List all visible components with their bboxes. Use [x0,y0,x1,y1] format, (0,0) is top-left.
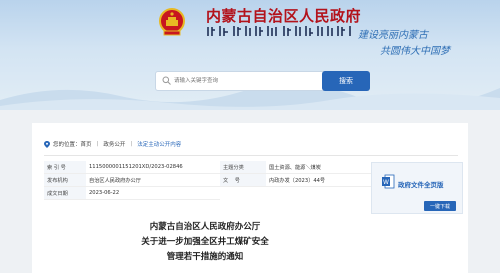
category-label: 主题分类 [220,161,266,174]
document-metadata-table: 索 引 号 1115000001151201XD/2023-02846 主题分类… [44,161,384,200]
issuer-value: 自治区人民政府办公厅 [86,173,220,187]
index-label: 索 引 号 [44,161,86,174]
divider [44,155,458,156]
svg-text:W: W [383,179,389,186]
document-title-line-3: 管理若干措施的通知 [166,252,244,262]
breadcrumb-separator: | [130,141,133,147]
site-title[interactable]: 内蒙古自治区人民政府 [206,5,361,26]
breadcrumb-prefix: 您的位置： [53,142,81,148]
word-document-icon: W [382,174,395,189]
location-icon [44,140,50,148]
document-title-line-1: 内蒙古自治区人民政府办公厅 [149,222,261,232]
document-title-line-2: 关于进一步加强全区井工煤矿安全 [141,237,269,247]
slogan: 建设亮丽内蒙古 共圆伟大中国梦 [358,18,478,58]
breadcrumb-item-public-affairs[interactable]: 政务公开 [103,140,125,148]
national-emblem-icon [159,8,185,36]
docno-label: 文 号 [220,173,266,187]
mongolian-script-title [207,26,351,36]
breadcrumb-separator: | [96,141,99,147]
table-row: 索 引 号 1115000001151201XD/2023-02846 主题分类… [44,161,384,174]
download-button[interactable]: 一键下载 [424,201,456,211]
search-button[interactable]: 搜索 [322,71,370,91]
category-value: 国土资源、能源＼煤炭 [266,161,384,174]
slogan-line-1: 建设亮丽内蒙古 [358,30,428,41]
empty-cell [220,187,266,200]
issuer-label: 发布机构 [44,173,86,187]
breadcrumb-item-current[interactable]: 法定主动公开内容 [137,140,181,148]
document-title: 内蒙古自治区人民政府办公厅 关于进一步加强全区井工煤矿安全 管理若干措施的通知 [70,220,340,265]
empty-cell [266,187,384,200]
slogan-line-2: 共圆伟大中国梦 [380,46,450,57]
search-icon [162,76,171,85]
table-row: 发布机构 自治区人民政府办公厅 文 号 内政办发〔2023〕44号 [44,173,384,187]
fulltext-title: 政府文件全页版 [398,181,444,189]
index-value: 1115000001151201XD/2023-02846 [86,161,220,174]
fulltext-version-card[interactable]: W 政府文件全页版 一键下载 [371,162,463,214]
table-row: 成文日期 2023-06-22 [44,186,384,200]
date-value: 2023-06-22 [86,186,220,200]
date-label: 成文日期 [44,186,86,200]
breadcrumb-item-home[interactable]: 首页 [81,140,92,148]
header-banner: 内蒙古自治区人民政府 建设亮丽内蒙古 共圆伟大中国梦 [0,0,500,110]
docno-value: 内政办发〔2023〕44号 [266,173,384,187]
breadcrumb: 您的位置： 首页 | 政务公开 | 法定主动公开内容 [44,139,181,149]
